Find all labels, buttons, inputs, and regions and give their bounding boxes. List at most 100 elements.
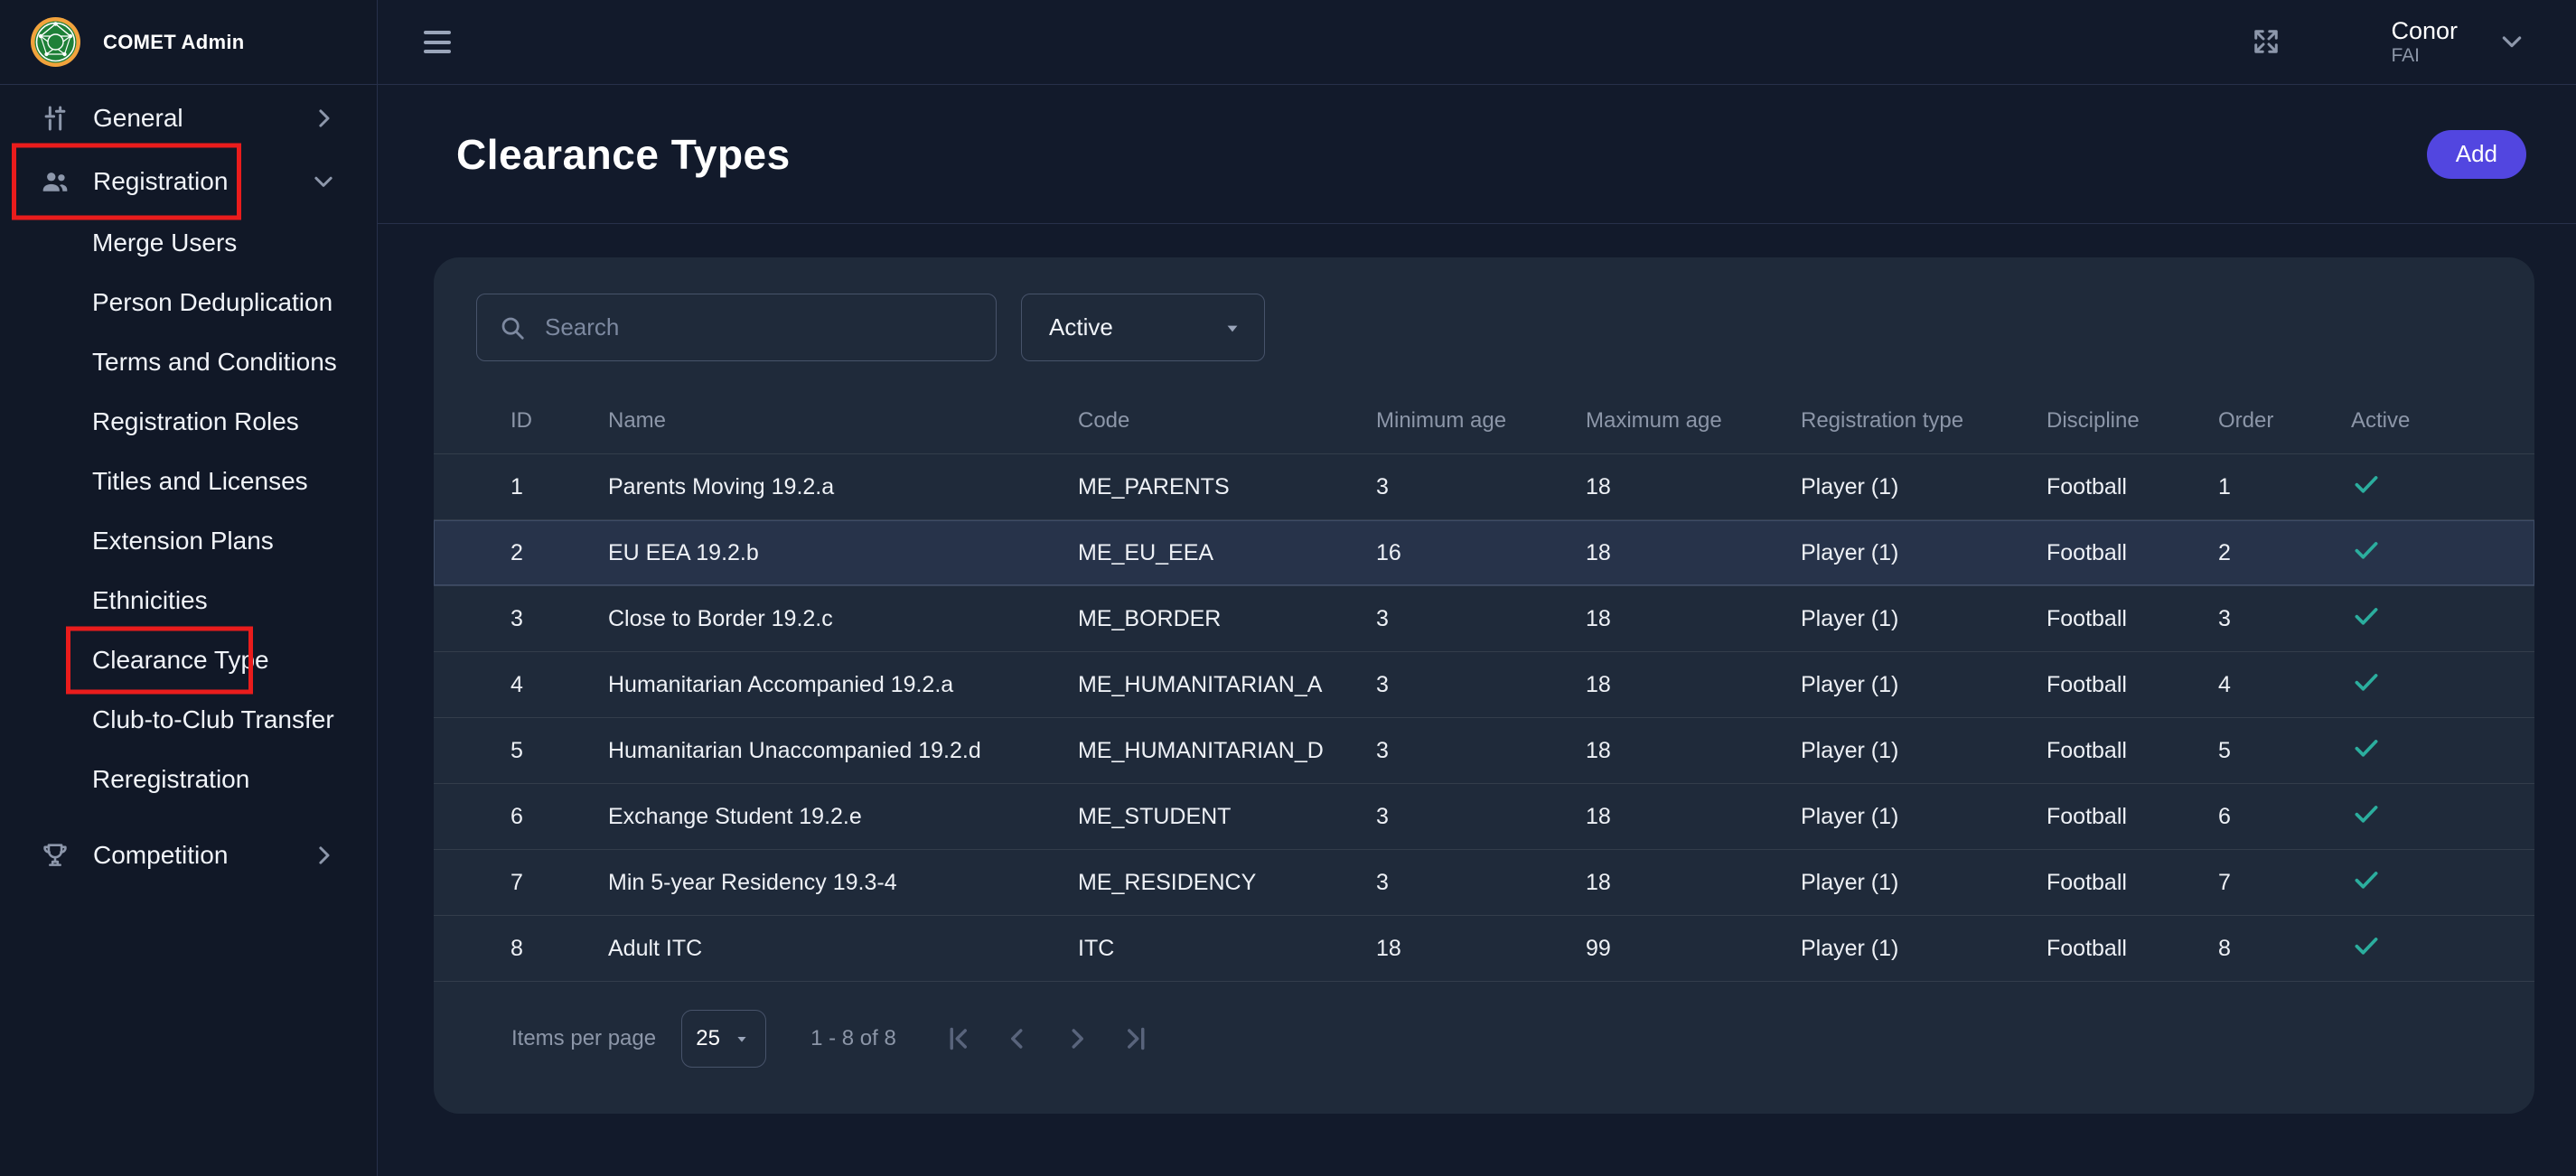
sidebar-item-label: Club-to-Club Transfer <box>92 705 334 734</box>
cell-code: ME_RESIDENCY <box>1078 870 1376 896</box>
table-row[interactable]: 2EU EEA 19.2.bME_EU_EEA1618Player (1)Foo… <box>434 520 2534 586</box>
cell-code: ME_HUMANITARIAN_D <box>1078 738 1376 764</box>
sidebar-item-registration[interactable]: Registration <box>0 150 377 213</box>
cell-max-age: 99 <box>1586 936 1801 962</box>
pagination-range: 1 - 8 of 8 <box>810 1026 896 1051</box>
main-area: Conor FAI Clearance Types Add <box>378 0 2576 1176</box>
tune-icon <box>40 103 70 134</box>
sidebar-item-label: Merge Users <box>92 229 237 257</box>
sidebar-item-label: Competition <box>93 841 228 870</box>
sidebar-item-titles-and-licenses[interactable]: Titles and Licenses <box>0 452 377 511</box>
cell-discipline: Football <box>2047 606 2218 632</box>
user-name: Conor <box>2391 17 2458 45</box>
table-row[interactable]: 8Adult ITCITC1899Player (1)Football8 <box>434 916 2534 982</box>
sidebar-item-extension-plans[interactable]: Extension Plans <box>0 511 377 571</box>
next-page-button[interactable] <box>1061 1022 1093 1055</box>
cell-registration-type: Player (1) <box>1801 606 2047 632</box>
sidebar-item-label: Person Deduplication <box>92 288 333 317</box>
column-header-minimum-age: Minimum age <box>1376 408 1586 434</box>
cell-min-age: 3 <box>1376 606 1586 632</box>
people-icon <box>40 166 70 197</box>
topbar: Conor FAI <box>378 0 2576 85</box>
column-header-name: Name <box>608 408 1078 434</box>
cell-order: 7 <box>2218 870 2351 896</box>
cell-code: ME_EU_EEA <box>1078 540 1376 566</box>
column-header-registration-type: Registration type <box>1801 408 2047 434</box>
cell-discipline: Football <box>2047 936 2218 962</box>
table-row[interactable]: 7Min 5-year Residency 19.3-4ME_RESIDENCY… <box>434 850 2534 916</box>
table-row[interactable]: 1Parents Moving 19.2.aME_PARENTS318Playe… <box>434 454 2534 520</box>
cell-id: 3 <box>511 606 608 632</box>
pagination: Items per page 25 1 - 8 of 8 <box>434 1010 2534 1068</box>
cell-id: 8 <box>511 936 608 962</box>
menu-icon[interactable] <box>424 31 451 53</box>
cell-id: 4 <box>511 672 608 698</box>
cell-active <box>2351 469 2534 506</box>
user-menu[interactable]: Conor FAI <box>2391 17 2526 67</box>
active-check-icon <box>2351 733 2382 763</box>
active-check-icon <box>2351 535 2382 565</box>
cell-active <box>2351 667 2534 704</box>
items-per-page-label: Items per page <box>511 1026 656 1051</box>
cell-max-age: 18 <box>1586 606 1801 632</box>
cell-order: 3 <box>2218 606 2351 632</box>
cell-discipline: Football <box>2047 738 2218 764</box>
column-header-id: ID <box>511 408 608 434</box>
fullscreen-icon[interactable] <box>2250 25 2282 58</box>
pagination-buttons <box>941 1022 1153 1055</box>
active-check-icon <box>2351 667 2382 697</box>
sidebar-item-label: Extension Plans <box>92 527 274 555</box>
user-organization: FAI <box>2391 45 2458 67</box>
cell-code: ITC <box>1078 936 1376 962</box>
cell-order: 8 <box>2218 936 2351 962</box>
sidebar-item-merge-users[interactable]: Merge Users <box>0 213 377 273</box>
cell-name: Humanitarian Unaccompanied 19.2.d <box>608 738 1078 764</box>
first-page-button[interactable] <box>941 1022 974 1055</box>
last-page-button[interactable] <box>1120 1022 1153 1055</box>
sidebar-item-person-deduplication[interactable]: Person Deduplication <box>0 273 377 332</box>
active-check-icon <box>2351 798 2382 829</box>
content: Active IDNameCodeMinimum ageMaximum ageR… <box>378 224 2576 1176</box>
chevron-right-icon <box>310 842 337 869</box>
cell-order: 2 <box>2218 540 2351 566</box>
table-row[interactable]: 6Exchange Student 19.2.eME_STUDENT318Pla… <box>434 784 2534 850</box>
cell-discipline: Football <box>2047 540 2218 566</box>
items-per-page-value: 25 <box>696 1026 720 1051</box>
sidebar-item-club-to-club-transfer[interactable]: Club-to-Club Transfer <box>0 690 377 750</box>
sidebar-item-registration-roles[interactable]: Registration Roles <box>0 392 377 452</box>
sidebar-item-general[interactable]: General <box>0 87 377 150</box>
table-row[interactable]: 4Humanitarian Accompanied 19.2.aME_HUMAN… <box>434 652 2534 718</box>
app-window: COMET Admin GeneralRegistrationMerge Use… <box>0 0 2576 1176</box>
sidebar-item-competition[interactable]: Competition <box>0 824 377 887</box>
active-check-icon <box>2351 601 2382 631</box>
cell-registration-type: Player (1) <box>1801 672 2047 698</box>
cell-order: 4 <box>2218 672 2351 698</box>
search-input[interactable] <box>545 313 974 341</box>
cell-code: ME_HUMANITARIAN_A <box>1078 672 1376 698</box>
sidebar-item-label: Clearance Type <box>92 646 269 675</box>
items-per-page-select[interactable]: 25 <box>681 1010 766 1068</box>
cell-order: 1 <box>2218 474 2351 500</box>
status-filter-select[interactable]: Active <box>1021 294 1265 361</box>
cell-min-age: 16 <box>1376 540 1586 566</box>
cell-max-age: 18 <box>1586 804 1801 830</box>
sidebar-item-clearance-type[interactable]: Clearance Type <box>0 630 377 690</box>
add-button[interactable]: Add <box>2427 130 2526 179</box>
cell-id: 6 <box>511 804 608 830</box>
sidebar-item-ethnicities[interactable]: Ethnicities <box>0 571 377 630</box>
cell-registration-type: Player (1) <box>1801 738 2047 764</box>
cell-max-age: 18 <box>1586 738 1801 764</box>
cell-min-age: 3 <box>1376 738 1586 764</box>
sidebar-item-reregistration[interactable]: Reregistration <box>0 750 377 809</box>
sidebar-item-label: Titles and Licenses <box>92 467 308 496</box>
previous-page-button[interactable] <box>1001 1022 1034 1055</box>
cell-name: Close to Border 19.2.c <box>608 606 1078 632</box>
cell-max-age: 18 <box>1586 474 1801 500</box>
clearance-types-card: Active IDNameCodeMinimum ageMaximum ageR… <box>434 257 2534 1114</box>
sidebar-item-terms-and-conditions[interactable]: Terms and Conditions <box>0 332 377 392</box>
table-row[interactable]: 3Close to Border 19.2.cME_BORDER318Playe… <box>434 586 2534 652</box>
cell-id: 1 <box>511 474 608 500</box>
table-row[interactable]: 5Humanitarian Unaccompanied 19.2.dME_HUM… <box>434 718 2534 784</box>
sidebar-item-label: Registration Roles <box>92 407 299 436</box>
sidebar-item-label: Terms and Conditions <box>92 348 337 377</box>
